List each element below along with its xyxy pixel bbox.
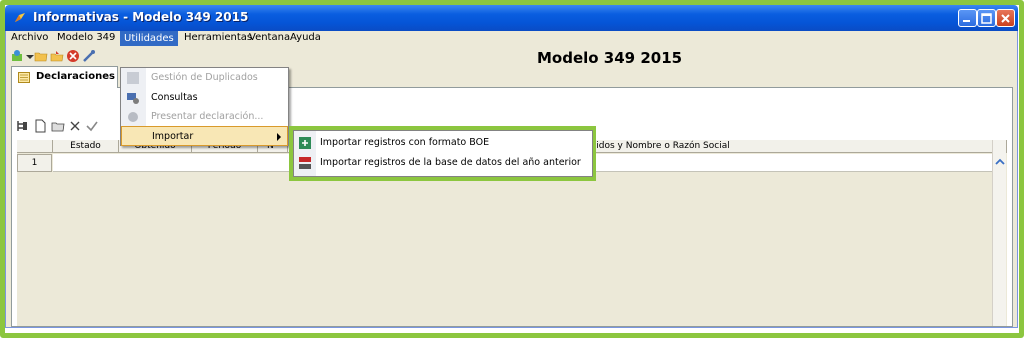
import-boe-icon	[299, 137, 311, 149]
toolbar	[6, 46, 1017, 66]
tools-icon[interactable]	[82, 49, 96, 63]
vertical-scrollbar[interactable]	[992, 140, 1006, 326]
menu-item-importar-boe[interactable]: Importar registros con formato BOE	[294, 133, 592, 153]
menu-item-gestion-duplicados[interactable]: Gestión de Duplicados	[121, 68, 288, 88]
menu-item-label: Importar	[152, 131, 194, 142]
tree-icon[interactable]	[15, 119, 29, 133]
new-document-icon[interactable]	[33, 119, 47, 133]
cut-icon[interactable]	[68, 119, 82, 133]
maximize-button[interactable]	[977, 9, 996, 27]
menu-item-label: Importar registros de la base de datos d…	[320, 157, 581, 168]
submit-icon	[128, 112, 138, 122]
query-icon	[127, 93, 139, 104]
list-icon	[18, 72, 30, 83]
grid-corner	[17, 140, 53, 153]
open-folder-icon[interactable]	[34, 49, 48, 63]
duplicates-icon	[127, 72, 139, 84]
column-header-estado[interactable]: Estado	[53, 140, 119, 153]
close-button[interactable]	[996, 9, 1015, 27]
menu-item-label: Importar registros con formato BOE	[320, 137, 490, 148]
tab-label: Declaraciones	[36, 71, 115, 82]
page-title: Modelo 349 2015	[537, 49, 683, 67]
menu-herramientas[interactable]: Herramientas	[181, 31, 255, 46]
menu-ayuda[interactable]: Ayuda	[287, 31, 324, 46]
menu-bar: Archivo Modelo 349 Utilidades Herramient…	[6, 31, 1017, 46]
scroll-up-icon[interactable]	[995, 157, 1005, 167]
import-database-icon	[299, 157, 311, 169]
menu-item-label: Consultas	[151, 92, 198, 103]
minimize-button[interactable]	[958, 9, 977, 27]
menu-modelo-349[interactable]: Modelo 349	[54, 31, 118, 46]
maximize-icon	[981, 13, 992, 24]
minimize-icon	[963, 20, 970, 22]
menu-utilidades[interactable]: Utilidades	[120, 31, 178, 46]
menu-item-label: Gestión de Duplicados	[151, 72, 258, 83]
new-icon[interactable]	[10, 49, 24, 63]
menu-archivo[interactable]: Archivo	[8, 31, 51, 46]
menu-item-presentar-declaracion[interactable]: Presentar declaración...	[121, 107, 288, 127]
tab-declaraciones[interactable]: Declaraciones	[11, 66, 118, 88]
utilidades-menu: Gestión de Duplicados Consultas Presenta…	[120, 67, 289, 146]
window-title: Informativas - Modelo 349 2015	[33, 10, 249, 24]
menu-item-consultas[interactable]: Consultas	[121, 88, 288, 108]
importar-submenu: Importar registros con formato BOE Impor…	[293, 130, 593, 177]
menu-item-importar[interactable]: Importar	[121, 126, 288, 146]
check-icon[interactable]	[85, 119, 99, 133]
title-bar[interactable]: Informativas - Modelo 349 2015	[5, 5, 1018, 31]
app-icon	[15, 13, 25, 22]
open-icon[interactable]	[51, 119, 65, 133]
row-number[interactable]: 1	[17, 154, 52, 172]
delete-icon[interactable]	[66, 49, 80, 63]
grid-toolbar	[15, 117, 125, 137]
menu-item-importar-anio-anterior[interactable]: Importar registros de la base de datos d…	[294, 153, 592, 173]
folder-arrow-icon[interactable]	[50, 49, 64, 63]
close-icon	[1001, 14, 1010, 23]
menu-item-label: Presentar declaración...	[151, 111, 264, 122]
submenu-arrow-icon	[277, 133, 281, 141]
